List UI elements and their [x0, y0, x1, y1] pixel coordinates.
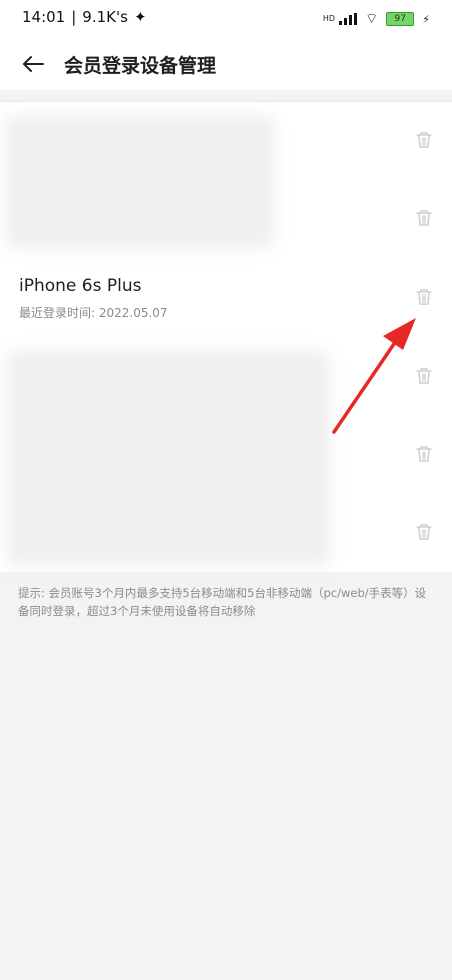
- trash-icon: [416, 368, 432, 384]
- network-label: HD: [322, 14, 336, 23]
- trash-icon: [416, 210, 432, 226]
- charging-icon: ⚡: [422, 12, 430, 26]
- status-left: 14:01 | 9.1K's ✦: [22, 8, 147, 26]
- page-header: 会员登录设备管理: [0, 42, 452, 86]
- top-bar: 14:01 | 9.1K's ✦ HD ⌔ 97 ⚡ 会员登录设备管理: [0, 0, 452, 90]
- delete-device-button[interactable]: [413, 443, 435, 465]
- wifi-icon: ⌔: [365, 11, 379, 27]
- battery-icon: 97: [386, 12, 415, 26]
- back-button[interactable]: [18, 49, 48, 79]
- trash-icon: [416, 524, 432, 540]
- status-speed: 9.1K's: [82, 8, 128, 26]
- trash-icon: [416, 289, 432, 305]
- device-item-blurred: [5, 116, 275, 248]
- page-title: 会员登录设备管理: [64, 54, 217, 77]
- delete-device-button[interactable]: [413, 521, 435, 543]
- device-last-login: 最近登录时间: 2022.05.07: [19, 306, 168, 320]
- signal-icon: [339, 13, 358, 25]
- delete-device-button[interactable]: [413, 207, 435, 229]
- status-divider: |: [71, 8, 77, 26]
- delete-device-button[interactable]: [413, 286, 435, 308]
- hint-text: 提示: 会员账号3个月内最多支持5台移动端和5台非移动端（pc/web/手表等）…: [18, 586, 427, 618]
- device-list: [0, 101, 452, 572]
- device-name: iPhone 6s Plus: [19, 276, 142, 296]
- battery-level: 97: [394, 14, 406, 24]
- device-item-blurred: [7, 350, 330, 566]
- trash-icon: [416, 446, 432, 462]
- arrow-left-icon: [23, 56, 44, 72]
- delete-device-button[interactable]: [413, 365, 435, 387]
- delete-device-button[interactable]: [413, 129, 435, 151]
- status-right: HD ⌔ 97 ⚡: [323, 10, 430, 28]
- notification-icon: ✦: [133, 8, 147, 26]
- status-time: 14:01: [22, 8, 66, 26]
- trash-icon: [416, 132, 432, 148]
